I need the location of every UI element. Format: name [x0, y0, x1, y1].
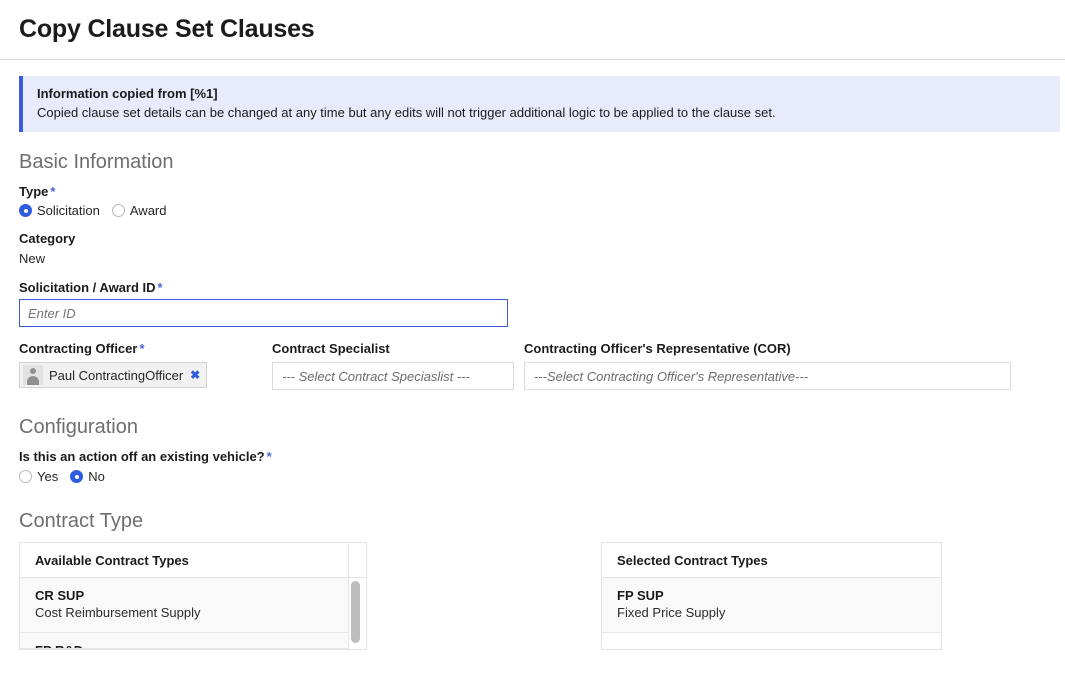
solicitation-award-id-label: Solicitation / Award ID * — [19, 279, 1065, 296]
list-item-code: FP R&D — [35, 643, 333, 648]
section-contract-type: Contract Type Available Contract Types C… — [0, 510, 1065, 650]
list-item-name: Fixed Price Supply — [617, 605, 726, 620]
existing-vehicle-radio-group: Yes No — [19, 469, 1065, 484]
contracting-officer-required-marker: * — [139, 341, 145, 356]
info-banner: Information copied from [%1] Copied clau… — [19, 76, 1060, 132]
radio-mark-icon — [19, 470, 32, 483]
scrollbar-track[interactable] — [351, 581, 360, 649]
page-header: Copy Clause Set Clauses — [0, 0, 1065, 60]
selected-contract-types-panel: Selected Contract Types FP SUP Fixed Pri… — [601, 542, 942, 650]
radio-type-award[interactable]: Award — [111, 203, 167, 218]
scrollbar-thumb[interactable] — [351, 581, 360, 643]
list-item-code: FP SUP — [617, 588, 664, 603]
contracting-officer-chip[interactable]: Paul ContractingOfficer ✖ — [19, 362, 208, 388]
radio-existing-vehicle-no[interactable]: No — [70, 469, 105, 484]
info-banner-body: Copied clause set details can be changed… — [37, 105, 776, 120]
radio-mark-icon — [70, 470, 84, 483]
radio-existing-vehicle-yes[interactable]: Yes — [19, 469, 58, 484]
existing-vehicle-label: Is this an action off an existing vehicl… — [19, 448, 1065, 465]
type-label: Type * — [19, 183, 1065, 200]
radio-mark-icon — [111, 204, 125, 217]
list-item[interactable]: FP R&D — [20, 633, 348, 649]
contracting-officer-label: Contracting Officer * — [19, 340, 272, 357]
category-value: New — [19, 251, 46, 266]
list-item-name: Cost Reimbursement Supply — [35, 605, 201, 620]
selected-contract-types-body: FP SUP Fixed Price Supply — [602, 578, 941, 647]
scrollbar-header-spacer — [349, 543, 366, 578]
cor-select[interactable]: ---Select Contracting Officer's Represen… — [524, 362, 1011, 390]
person-avatar-icon — [23, 365, 43, 385]
contract-type-dual-list: Available Contract Types CR SUP Cost Rei… — [19, 542, 1065, 650]
list-item[interactable]: FP SUP Fixed Price Supply — [602, 578, 941, 633]
basic-information-heading: Basic Information — [19, 151, 174, 173]
cor-label: Contracting Officer's Representative (CO… — [524, 341, 791, 356]
list-item-code: CR SUP — [35, 588, 85, 603]
available-contract-types-panel: Available Contract Types CR SUP Cost Rei… — [19, 542, 349, 650]
section-basic-information: Basic Information Type * Solicitation Awa… — [0, 151, 1065, 390]
radio-type-solicitation[interactable]: Solicitation — [19, 203, 100, 218]
contracting-officer-label-text: Contracting Officer — [19, 341, 138, 356]
radio-existing-vehicle-yes-label: Yes — [37, 469, 59, 484]
type-required-marker: * — [50, 184, 56, 199]
contracting-officer-name: Paul ContractingOfficer — [49, 367, 184, 383]
category-label: Category — [19, 231, 76, 246]
contract-specialist-label: Contract Specialist — [272, 341, 390, 356]
contract-type-heading: Contract Type — [19, 510, 144, 532]
dual-list-gap — [367, 542, 601, 650]
available-contract-types-body: CR SUP Cost Reimbursement Supply FP R&D — [20, 578, 348, 649]
radio-mark-icon — [19, 204, 32, 217]
solicitation-award-id-label-text: Solicitation / Award ID — [19, 280, 156, 295]
existing-vehicle-required-marker: * — [266, 449, 272, 464]
radio-existing-vehicle-no-label: No — [88, 469, 105, 484]
solicitation-award-id-input[interactable] — [19, 299, 508, 327]
page-root: Copy Clause Set Clauses Information copi… — [0, 0, 1065, 675]
available-list-scrollbar[interactable] — [349, 542, 367, 650]
people-row: Contracting Officer * Paul ContractingOff… — [19, 340, 1065, 390]
info-banner-title: Information copied from [%1] — [37, 86, 218, 101]
type-radio-group: Solicitation Award — [19, 203, 1065, 218]
cor-field: Contracting Officer's Representative (CO… — [524, 340, 1011, 390]
configuration-heading: Configuration — [19, 416, 138, 438]
contract-specialist-field: Contract Specialist --- Select Contract … — [272, 340, 524, 390]
list-item-empty — [602, 633, 941, 647]
available-contract-types-header: Available Contract Types — [20, 543, 348, 578]
existing-vehicle-label-text: Is this an action off an existing vehicl… — [19, 449, 265, 464]
contracting-officer-field: Contracting Officer * Paul ContractingOff… — [19, 340, 272, 390]
page-title: Copy Clause Set Clauses — [19, 15, 315, 43]
solicitation-award-id-required-marker: * — [157, 280, 163, 295]
radio-type-solicitation-label: Solicitation — [37, 203, 100, 218]
selected-contract-types-header: Selected Contract Types — [602, 543, 941, 578]
remove-person-icon[interactable]: ✖ — [190, 369, 200, 381]
list-item[interactable]: CR SUP Cost Reimbursement Supply — [20, 578, 348, 633]
radio-type-award-label: Award — [129, 203, 167, 218]
contract-specialist-select[interactable]: --- Select Contract Speciaslist --- — [272, 362, 514, 390]
type-label-text: Type — [19, 184, 49, 199]
section-configuration: Configuration Is this an action off an e… — [0, 416, 1065, 484]
